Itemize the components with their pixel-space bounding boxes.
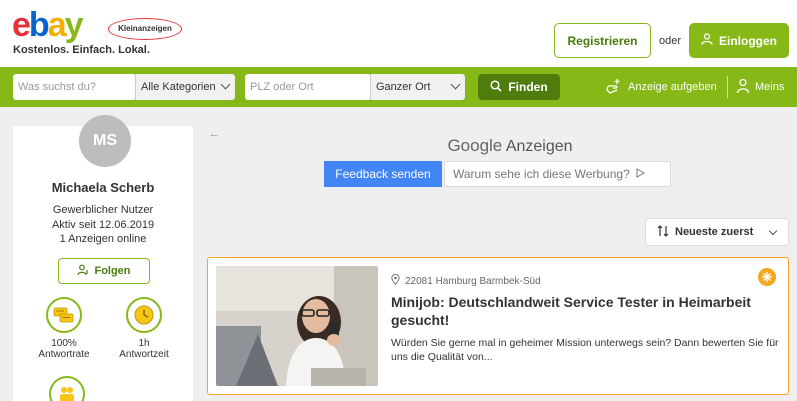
seller-type: Gewerblicher Nutzer [52, 204, 154, 216]
location-pin-icon [391, 273, 400, 288]
google-ads-label: Google Anzeigen [420, 136, 600, 156]
why-this-ad-button[interactable]: Warum sehe ich diese Werbung? [444, 161, 671, 187]
chevron-down-icon [220, 79, 231, 90]
clock-icon [126, 297, 162, 333]
sort-dropdown[interactable]: Neueste zuerst [645, 218, 789, 246]
tagline: Kostenlos. Einfach. Lokal. [13, 44, 150, 56]
response-rate-stat: 100% Antwortrate [29, 297, 99, 360]
user-icon [736, 78, 750, 97]
response-time-value: 1h [138, 338, 150, 349]
location-input[interactable]: PLZ oder Ort [245, 74, 371, 100]
search-icon [490, 79, 502, 95]
category-select[interactable]: Alle Kategorien [135, 74, 235, 100]
listing-card[interactable]: 22081 Hamburg Barmbek-Süd Minijob: Deuts… [207, 257, 789, 395]
user-icon [701, 33, 713, 48]
radius-select[interactable]: Ganzer Ort [370, 74, 465, 100]
seller-name[interactable]: Michaela Scherb [13, 180, 193, 195]
arrow-left-icon[interactable]: ← [209, 128, 220, 140]
feedback-button[interactable]: Feedback senden [324, 161, 442, 187]
follow-button[interactable]: Folgen [58, 258, 150, 284]
logo-wordmark: ebay [12, 6, 84, 44]
response-time-stat: 1h Antwortzeit [109, 297, 179, 360]
search-bar: Was suchst du? Alle Kategorien PLZ oder … [0, 67, 797, 107]
register-button[interactable]: Registrieren [554, 23, 651, 58]
chevron-down-icon [768, 226, 778, 236]
post-ad-label: Anzeige aufgeben [628, 81, 717, 93]
post-ad-link[interactable]: Anzeige aufgeben [604, 77, 717, 97]
avatar: MS [79, 115, 131, 167]
listing-title[interactable]: Minijob: Deutschlandweit Service Tester … [391, 293, 781, 329]
play-outline-icon [635, 167, 645, 181]
login-label: Einloggen [719, 33, 777, 48]
location-text: 22081 Hamburg Barmbek-Süd [405, 275, 541, 287]
find-button[interactable]: Finden [478, 74, 560, 100]
mine-link[interactable]: Meins [736, 77, 784, 97]
follow-label: Folgen [94, 265, 131, 277]
listing-location: 22081 Hamburg Barmbek-Süd [391, 273, 541, 288]
login-button[interactable]: Einloggen [689, 23, 789, 58]
sort-label: Neueste zuerst [675, 226, 754, 238]
divider [727, 76, 728, 98]
sort-icon [657, 224, 669, 240]
hand-plus-icon [604, 77, 622, 98]
logo-badge: Kleinanzeigen [108, 18, 182, 40]
google-wordmark: Google [447, 136, 503, 155]
radius-value: Ganzer Ort [376, 81, 431, 93]
category-value: Alle Kategorien [141, 81, 216, 93]
response-rate-value: 100% [51, 338, 77, 349]
top-ad-badge-icon [758, 268, 776, 286]
header: ebay Kleinanzeigen Kostenlos. Einfach. L… [0, 0, 797, 67]
listing-description: Würden Sie gerne mal in geheimer Mission… [391, 337, 779, 363]
seller-profile-card: MS Michaela Scherb Gewerblicher Nutzer A… [13, 115, 193, 401]
or-label: oder [659, 35, 682, 47]
ebay-kleinanzeigen-logo[interactable]: ebay Kleinanzeigen Kostenlos. Einfach. L… [12, 8, 182, 58]
chevron-down-icon [450, 79, 461, 90]
find-label: Finden [508, 80, 548, 94]
response-rate-label: Antwortrate [38, 349, 90, 360]
why-ad-label: Warum sehe ich diese Werbung? [453, 167, 630, 181]
mine-label: Meins [755, 81, 785, 93]
ads-label: Anzeigen [505, 138, 573, 155]
response-time-label: Antwortzeit [119, 349, 169, 360]
ads-online[interactable]: 1 Anzeigen online [13, 233, 193, 245]
chat-bubbles-icon [46, 297, 82, 333]
people-icon [49, 376, 85, 401]
listing-thumbnail[interactable] [216, 266, 378, 386]
search-input[interactable]: Was suchst du? [13, 74, 136, 100]
follow-user-icon [77, 264, 89, 279]
active-since: Aktiv seit 12.06.2019 [51, 219, 155, 231]
